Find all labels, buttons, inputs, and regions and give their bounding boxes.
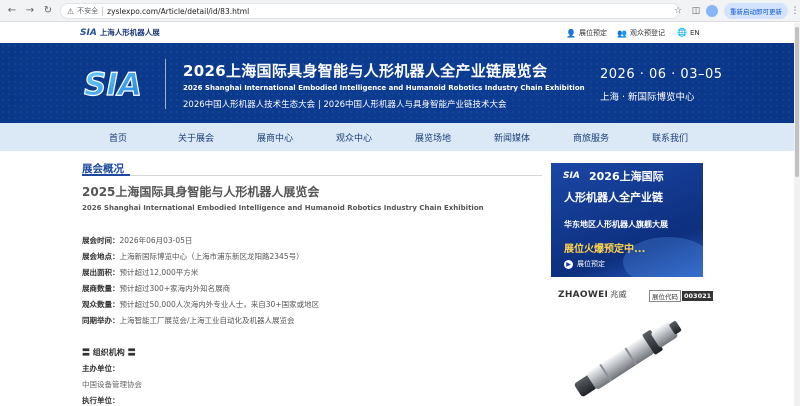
exhibitor-brand[interactable]: ZHAOWEI 兆威 (558, 289, 627, 300)
top-utility-bar: SIA 上海人形机器人展 👤 展位预定 👥 观众预登记 🌐 EN (0, 23, 800, 43)
star-icon[interactable]: ☆ (670, 3, 686, 19)
detail-key: 同期举办： (82, 316, 120, 325)
section-underline (82, 174, 542, 176)
article-title-en: 2026 Shanghai International Embodied Int… (82, 204, 484, 212)
side-ad-banner[interactable]: SIA 2026上海国际 人形机器人全产业链 华东地区人形机器人旗舰大展 展位火… (551, 163, 703, 277)
browser-toolbar: ← → ↻ ⚠ 不安全 zyslexpo.com/Article/detail/… (0, 0, 800, 22)
detail-row-location: 展会地点：上海新国际博览中心（上海市浦东新区龙阳路2345号） (82, 251, 304, 262)
detail-value: 上海智能工厂展览会/上海工业自动化及机器人展览会 (119, 316, 295, 325)
detail-key: 展商数量： (82, 284, 120, 293)
top-brand-text: 上海人形机器人展 (99, 28, 160, 37)
detail-key: 展会时间： (82, 236, 120, 245)
detail-row-exhibitors: 展商数量：预计超过300+家海内外知名展商 (82, 283, 230, 294)
sia-mini-logo-icon: SIA (80, 27, 97, 38)
nav-item-venue[interactable]: 展览场地 (415, 131, 451, 144)
sia-logo-icon[interactable]: SIA (82, 65, 152, 101)
kebab-icon[interactable]: ⋮ (790, 6, 800, 16)
back-icon[interactable]: ← (4, 3, 20, 19)
top-brand[interactable]: SIA 上海人形机器人展 (80, 27, 160, 38)
detail-key: 观众数量： (82, 300, 120, 309)
ad-line-1: 2026上海国际 (589, 170, 664, 183)
ad-booking-button[interactable]: ▶ 展位预定 (564, 259, 605, 269)
detail-value: 预计超过12,000平方米 (119, 268, 199, 277)
insecure-label: 不安全 (77, 7, 99, 15)
section-underline-accent (82, 174, 130, 176)
nav-item-about[interactable]: 关于展会 (178, 131, 214, 144)
nav-item-home[interactable]: 首页 (109, 131, 127, 144)
ad-line-2: 人形机器人全产业链 (564, 191, 663, 204)
svg-text:SIA: SIA (84, 67, 142, 101)
nav-item-exhibitors[interactable]: 展商中心 (257, 131, 293, 144)
browser-actions: ☆ ◫ 重新启动即可更新 ⋮ (670, 3, 800, 19)
visitor-icon: 👥 (617, 28, 627, 38)
detail-key: 展出面积： (82, 268, 120, 277)
detail-key: 展会地点： (82, 252, 120, 261)
detail-row-concurrent: 同期举办：上海智能工厂展览会/上海工业自动化及机器人展览会 (82, 315, 295, 326)
banner-divider (165, 59, 166, 109)
language-label: EN (689, 28, 700, 37)
main-content: 展会概况 2025上海国际具身智能与人形机器人展览会 2026 Shanghai… (0, 151, 800, 406)
main-nav: 首页 关于展会 展商中心 观众中心 展览场地 新闻媒体 商旅服务 联系我们 (0, 123, 800, 151)
banner-subtitle-en: 2026 Shanghai International Embodied Int… (183, 84, 585, 92)
detail-value: 2026年06月03-05日 (119, 236, 193, 245)
banner-date: 2026 · 06 · 03–05 (600, 67, 723, 82)
language-switch[interactable]: 🌐 EN (677, 28, 700, 37)
article-title: 2025上海国际具身智能与人形机器人展览会 (82, 185, 320, 199)
url-text[interactable]: zyslexpo.com/Article/detail/id/83.html (107, 7, 249, 16)
page-scrollbar[interactable] (794, 23, 800, 406)
product-image[interactable] (560, 311, 700, 403)
banner-venue: 上海 · 新国际博览中心 (600, 92, 695, 103)
info-icon[interactable]: ⚠ (67, 7, 74, 16)
visitor-register-label: 观众预登记 (629, 29, 665, 37)
banner-title: 2026上海国际具身智能与人形机器人全产业链展览会 (183, 62, 548, 80)
booth-code-label: 展位代码 (649, 290, 681, 302)
globe-icon: 🌐 (677, 28, 687, 37)
visitor-register-link[interactable]: 👥 观众预登记 (617, 28, 665, 38)
detail-value: 预计超过50,000人次海内外专业人士，来自30+国家或地区 (119, 300, 320, 309)
address-bar[interactable]: ⚠ 不安全 zyslexpo.com/Article/detail/id/83.… (60, 3, 680, 19)
ad-logo-icon: SIA (563, 171, 580, 181)
url-separator (102, 6, 104, 16)
banner-conference-line: 2026中国人形机器人技术生态大会 | 2026中国人形机器人与具身智能产业链技… (183, 100, 507, 110)
detail-row-area: 展出面积：预计超过12,000平方米 (82, 267, 198, 278)
hero-banner: SIA 2026上海国际具身智能与人形机器人全产业链展览会 2026 Shang… (0, 43, 800, 123)
reload-icon[interactable]: ↻ (40, 3, 56, 19)
booth-code: 展位代码 003021 (649, 290, 714, 302)
scrollbar-thumb[interactable] (795, 27, 799, 177)
restart-update-button[interactable]: 重新启动即可更新 (724, 3, 788, 19)
profile-icon[interactable] (706, 5, 718, 17)
detail-value: 上海新国际博览中心（上海市浦东新区龙阳路2345号） (119, 252, 304, 261)
detail-row-time: 展会时间：2026年06月03-05日 (82, 235, 192, 246)
org-host-label: 主办单位： (82, 364, 120, 373)
arrow-right-icon: ▶ (564, 259, 573, 269)
exhibit-booking-link[interactable]: 👤 展位预定 (566, 28, 607, 38)
nav-item-visitors[interactable]: 观众中心 (336, 131, 372, 144)
exhibitor-brand-cn: 兆威 (610, 290, 627, 299)
exhibit-booking-label: 展位预定 (578, 29, 607, 37)
nav-item-media[interactable]: 新闻媒体 (494, 131, 530, 144)
ad-line-3: 华东地区人形机器人旗舰大展 (564, 220, 668, 229)
sidebar-icon[interactable]: ◫ (688, 3, 704, 19)
ad-booking-label: 展位预定 (577, 260, 605, 268)
org-host-value: 中国设备管理协会 (82, 380, 142, 389)
exhibitor-brand-name: ZHAOWEI (558, 290, 609, 300)
forward-icon[interactable]: → (22, 3, 38, 19)
booth-code-value: 003021 (682, 291, 714, 301)
org-exec-label: 执行单位： (82, 396, 120, 405)
user-icon: 👤 (566, 28, 576, 38)
detail-row-visitors: 观众数量：预计超过50,000人次海内外专业人士，来自30+国家或地区 (82, 299, 319, 310)
nav-item-travel[interactable]: 商旅服务 (573, 131, 609, 144)
ad-line-4: 展位火爆预定中... (564, 244, 646, 255)
detail-value: 预计超过300+家海内外知名展商 (119, 284, 231, 293)
org-heading: 〓 组织机构 〓 (82, 348, 136, 357)
nav-item-contact[interactable]: 联系我们 (652, 131, 688, 144)
